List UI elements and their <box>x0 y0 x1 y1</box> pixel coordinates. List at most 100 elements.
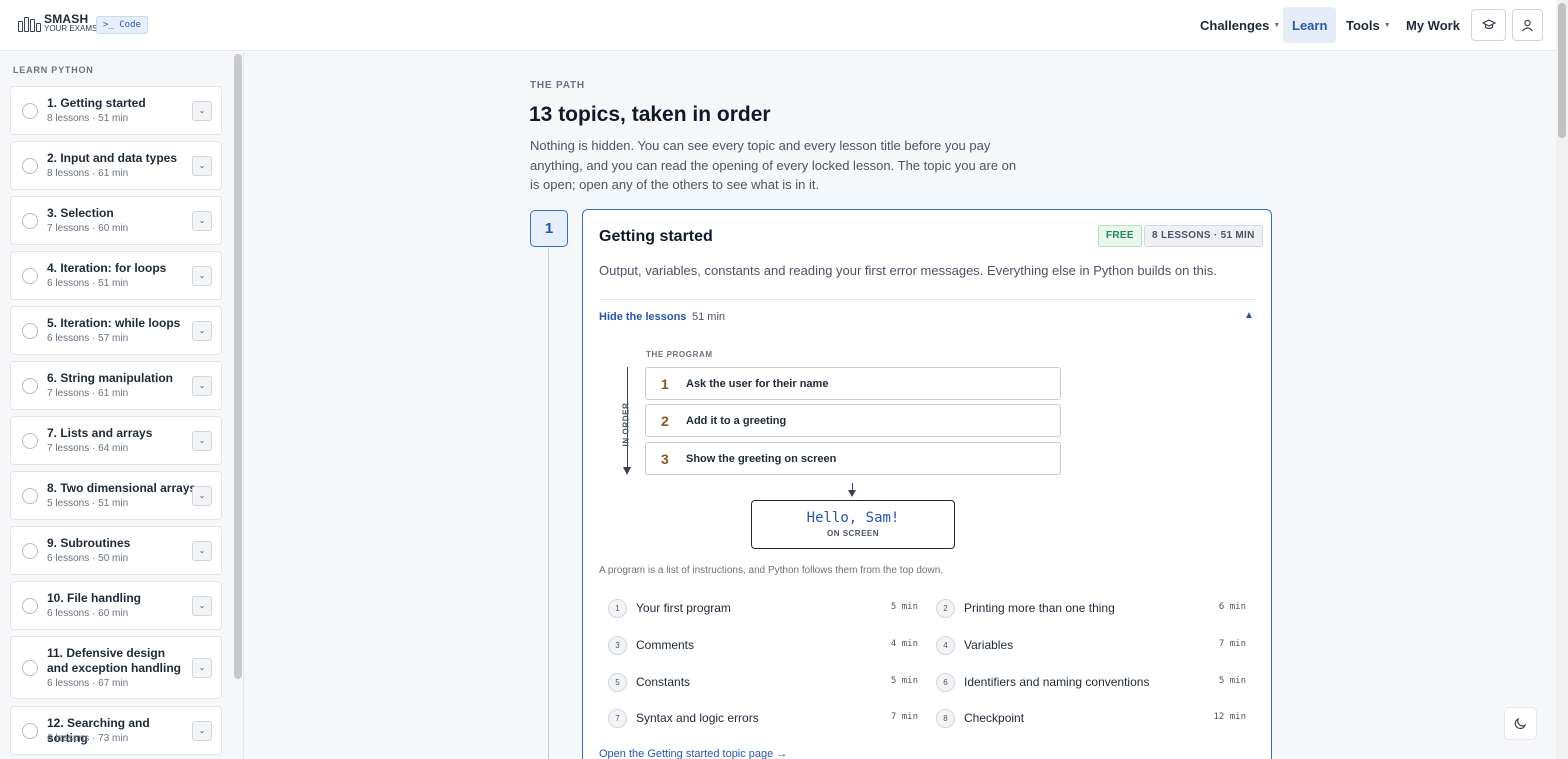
chevron-down-icon[interactable]: ⌄ <box>192 375 212 396</box>
topic-description: Output, variables, constants and reading… <box>599 263 1217 278</box>
logo-text-secondary: YOUR EXAMS <box>44 24 98 33</box>
lesson-item[interactable]: 1 Your first program 5 min <box>608 599 918 619</box>
progress-circle-icon <box>22 212 38 229</box>
logo[interactable]: SMASH YOUR EXAMS <box>16 12 98 34</box>
diagram-step: 1 Ask the user for their name <box>645 367 1061 400</box>
sidebar-topic-title: 2. Input and data types <box>47 151 178 165</box>
chevron-down-icon[interactable]: ⌄ <box>192 595 212 616</box>
progress-circle-icon <box>22 722 38 739</box>
sidebar-topic-meta: 6 lessons · 57 min <box>47 333 129 344</box>
lesson-duration: 12 min <box>1213 712 1246 722</box>
progress-circle-icon <box>22 102 38 119</box>
sidebar-topic-meta: 6 lessons · 73 min <box>47 733 129 744</box>
sidebar-topic-10[interactable]: 10. File handling 6 lessons · 60 min ⌄ <box>10 581 222 630</box>
sidebar-topic-title: 7. Lists and arrays <box>47 426 153 440</box>
chevron-down-icon[interactable]: ⌄ <box>192 320 212 341</box>
sidebar-topic-title: 5. Iteration: while loops <box>47 316 181 330</box>
lesson-item[interactable]: 7 Syntax and logic errors 7 min <box>608 709 918 729</box>
sidebar-topic-12[interactable]: 12. Searching and sorting 6 lessons · 73… <box>10 706 222 755</box>
arrow-down-icon <box>623 467 631 475</box>
progress-circle-icon <box>22 432 38 449</box>
sidebar-topic-title: 10. File handling <box>47 591 142 605</box>
sidebar-topic-meta: 8 lessons · 61 min <box>47 168 129 179</box>
topic-title: Getting started <box>599 228 713 245</box>
code-badge: >_ Code <box>96 16 148 34</box>
lesson-number: 5 <box>608 673 627 692</box>
chevron-down-icon[interactable]: ⌄ <box>192 265 212 286</box>
progress-circle-icon <box>22 157 38 174</box>
timeline-line <box>548 248 549 759</box>
diagram-step-label: Ask the user for their name <box>686 378 829 390</box>
dark-mode-toggle[interactable] <box>1504 707 1537 740</box>
chevron-down-icon[interactable]: ⌄ <box>192 720 212 741</box>
nav-my-work[interactable]: My Work <box>1406 7 1460 43</box>
hide-lessons-link[interactable]: Hide the lessons <box>599 311 686 323</box>
logo-text-primary: SMASH <box>44 12 89 26</box>
section-eyebrow: THE PATH <box>530 80 585 91</box>
lessons-badge: 8 LESSONS · 51 MIN <box>1144 225 1263 247</box>
sidebar-topic-title: 4. Iteration: for loops <box>47 261 167 275</box>
sidebar-topic-meta: 7 lessons · 64 min <box>47 443 129 454</box>
lesson-item[interactable]: 5 Constants 5 min <box>608 673 918 693</box>
chevron-down-icon[interactable]: ⌄ <box>192 540 212 561</box>
sidebar-topic-7[interactable]: 7. Lists and arrays 7 lessons · 64 min ⌄ <box>10 416 222 465</box>
sidebar-topic-title: 9. Subroutines <box>47 536 131 550</box>
user-icon <box>1522 19 1533 31</box>
sidebar-topic-title: 11. Defensive design and exception handl… <box>47 646 182 675</box>
sidebar-topic-1[interactable]: 1. Getting started 8 lessons · 51 min ⌄ <box>10 86 222 135</box>
nav-challenges[interactable]: Challenges ▼ <box>1200 7 1280 43</box>
open-topic-page-link[interactable]: Open the Getting started topic page → <box>599 748 787 759</box>
lesson-duration: 5 min <box>1218 676 1246 686</box>
sidebar-topic-5[interactable]: 5. Iteration: while loops 6 lessons · 57… <box>10 306 222 355</box>
sidebar-topic-meta: 7 lessons · 60 min <box>47 223 129 234</box>
nav-learn[interactable]: Learn <box>1283 7 1337 43</box>
lesson-title: Constants <box>636 675 691 689</box>
progress-circle-icon <box>22 322 38 339</box>
lesson-item[interactable]: 8 Checkpoint 12 min <box>936 709 1246 729</box>
lesson-title: Printing more than one thing <box>964 601 1115 615</box>
logo-books-icon <box>16 14 42 34</box>
screen-output-box: Hello, Sam! ON SCREEN <box>751 500 955 549</box>
sidebar-topic-11[interactable]: 11. Defensive design and exception handl… <box>10 636 222 699</box>
sidebar-topic-9[interactable]: 9. Subroutines 6 lessons · 50 min ⌄ <box>10 526 222 575</box>
lesson-item[interactable]: 2 Printing more than one thing 6 min <box>936 599 1246 619</box>
graduation-cap-icon <box>1481 19 1496 30</box>
sidebar-topic-meta: 6 lessons · 60 min <box>47 608 129 619</box>
diagram-step: 2 Add it to a greeting <box>645 404 1061 437</box>
chevron-down-icon[interactable]: ⌄ <box>192 657 212 678</box>
sidebar-topic-6[interactable]: 6. String manipulation 7 lessons · 61 mi… <box>10 361 222 410</box>
sidebar-topic-3[interactable]: 3. Selection 7 lessons · 60 min ⌄ <box>10 196 222 245</box>
chevron-down-icon[interactable]: ⌄ <box>192 430 212 451</box>
sidebar-topic-4[interactable]: 4. Iteration: for loops 6 lessons · 51 m… <box>10 251 222 300</box>
sidebar-topic-2[interactable]: 2. Input and data types 8 lessons · 61 m… <box>10 141 222 190</box>
account-button[interactable] <box>1512 9 1543 41</box>
lesson-item[interactable]: 6 Identifiers and naming conventions 5 m… <box>936 673 1246 693</box>
progress-circle-icon <box>22 597 38 614</box>
teacher-mode-button[interactable] <box>1471 9 1506 41</box>
chevron-down-icon: ▼ <box>1273 21 1281 29</box>
progress-circle-icon <box>22 659 38 676</box>
chevron-down-icon[interactable]: ⌄ <box>192 485 212 506</box>
sidebar-topic-8[interactable]: 8. Two dimensional arrays 5 lessons · 51… <box>10 471 222 520</box>
divider <box>599 299 1256 300</box>
diagram-caption: A program is a list of instructions, and… <box>599 565 944 576</box>
lesson-item[interactable]: 3 Comments 4 min <box>608 636 918 656</box>
topic-panel: Getting started FREE 8 LESSONS · 51 MIN … <box>582 209 1272 759</box>
screen-output-label: ON SCREEN <box>826 529 880 538</box>
lesson-number: 7 <box>608 709 627 728</box>
sidebar-title: LEARN PYTHON <box>13 65 94 75</box>
lesson-item[interactable]: 4 Variables 7 min <box>936 636 1246 656</box>
page-scrollbar-thumb[interactable] <box>1558 3 1566 138</box>
lesson-title: Your first program <box>636 601 731 615</box>
sidebar-scrollbar[interactable] <box>234 54 242 679</box>
arrow-down-icon <box>848 490 856 497</box>
chevron-down-icon[interactable]: ⌄ <box>192 210 212 231</box>
chevron-down-icon[interactable]: ⌄ <box>192 100 212 121</box>
collapse-caret-icon[interactable]: ▲ <box>1244 310 1254 321</box>
nav-tools[interactable]: Tools ▼ <box>1346 7 1391 43</box>
diagram-program-label: THE PROGRAM <box>646 350 713 359</box>
lesson-title: Variables <box>964 638 1014 652</box>
chevron-down-icon: ▼ <box>1383 21 1391 29</box>
sidebar-topic-meta: 6 lessons · 67 min <box>47 678 129 689</box>
chevron-down-icon[interactable]: ⌄ <box>192 155 212 176</box>
